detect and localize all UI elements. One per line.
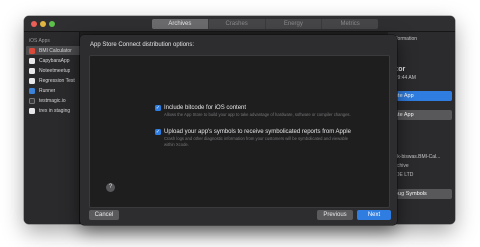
- include-bitcode-checkbox[interactable]: ✓: [155, 105, 161, 111]
- app-icon: [29, 107, 35, 114]
- sidebar-heading: iOS Apps: [29, 38, 50, 44]
- sidebar-item-regression-test[interactable]: Regression Test: [26, 76, 80, 85]
- download-debug-symbols-button[interactable]: bug Symbols: [392, 189, 452, 199]
- sidebar-item-trex-in-staging[interactable]: trex in staging: [26, 106, 80, 115]
- sidebar-item-label: trex in staging: [39, 107, 71, 114]
- options-panel: ✓ Include bitcode for iOS content Allows…: [89, 55, 390, 208]
- help-button[interactable]: ?: [106, 183, 115, 192]
- title-bar: Archives Crashes Energy Metrics: [24, 16, 455, 32]
- app-icon: [29, 87, 35, 94]
- minimize-window-button[interactable]: [40, 21, 46, 27]
- sidebar-item-label: Noteetmeetup: [39, 67, 71, 74]
- include-bitcode-label[interactable]: Include bitcode for iOS content: [164, 105, 246, 111]
- sidebar-item-label: BMI Calculator: [39, 47, 72, 54]
- distribute-app-button[interactable]: ute App: [392, 91, 452, 101]
- sidebar: iOS Apps BMI Calculator CapybaraApp Note…: [24, 32, 80, 224]
- archive-info-panel: Information ator at 9:44 AM ute App ate …: [388, 32, 455, 224]
- sidebar-item-noteetmeetup[interactable]: Noteetmeetup: [26, 66, 80, 75]
- cancel-button[interactable]: Cancel: [89, 210, 119, 220]
- upload-symbols-description: Crash logs and other diagnostic informat…: [164, 136, 349, 147]
- sidebar-item-capybaraapp[interactable]: CapybaraApp: [26, 56, 80, 65]
- bundle-identifier: rvik-biswas.BMI-Cal...: [392, 154, 441, 160]
- sidebar-item-label: CapybaraApp: [39, 57, 70, 64]
- app-icon: [29, 77, 35, 84]
- app-icon: [29, 57, 35, 64]
- upload-symbols-checkbox[interactable]: ✓: [155, 129, 161, 135]
- next-button[interactable]: Next: [357, 210, 391, 220]
- tab-energy[interactable]: Energy: [264, 19, 322, 29]
- validate-app-button[interactable]: ate App: [392, 110, 452, 120]
- sidebar-item-runner[interactable]: Runner: [26, 86, 80, 95]
- zoom-window-button[interactable]: [49, 21, 55, 27]
- sidebar-item-label: Runner: [39, 87, 56, 94]
- app-icon: [29, 47, 35, 54]
- app-icon: [29, 67, 35, 74]
- distribution-options-sheet: App Store Connect distribution options: …: [80, 35, 397, 225]
- tab-metrics[interactable]: Metrics: [321, 19, 378, 29]
- close-window-button[interactable]: [31, 21, 37, 27]
- organizer-tab-control: Archives Crashes Energy Metrics: [152, 19, 378, 29]
- previous-button[interactable]: Previous: [317, 210, 353, 220]
- tab-crashes[interactable]: Crashes: [207, 19, 265, 29]
- include-bitcode-description: Allows the App Store to build your app t…: [164, 112, 351, 117]
- upload-symbols-label[interactable]: Upload your app's symbols to receive sym…: [164, 129, 351, 135]
- sidebar-item-testmagic[interactable]: testmagic.io: [26, 96, 80, 105]
- sidebar-item-label: Regression Test: [39, 77, 75, 84]
- sheet-title: App Store Connect distribution options:: [90, 42, 195, 48]
- app-icon: [29, 97, 35, 104]
- sidebar-item-label: testmagic.io: [39, 97, 66, 104]
- sidebar-item-bmi-calculator[interactable]: BMI Calculator: [26, 46, 80, 55]
- tab-archives[interactable]: Archives: [152, 19, 208, 29]
